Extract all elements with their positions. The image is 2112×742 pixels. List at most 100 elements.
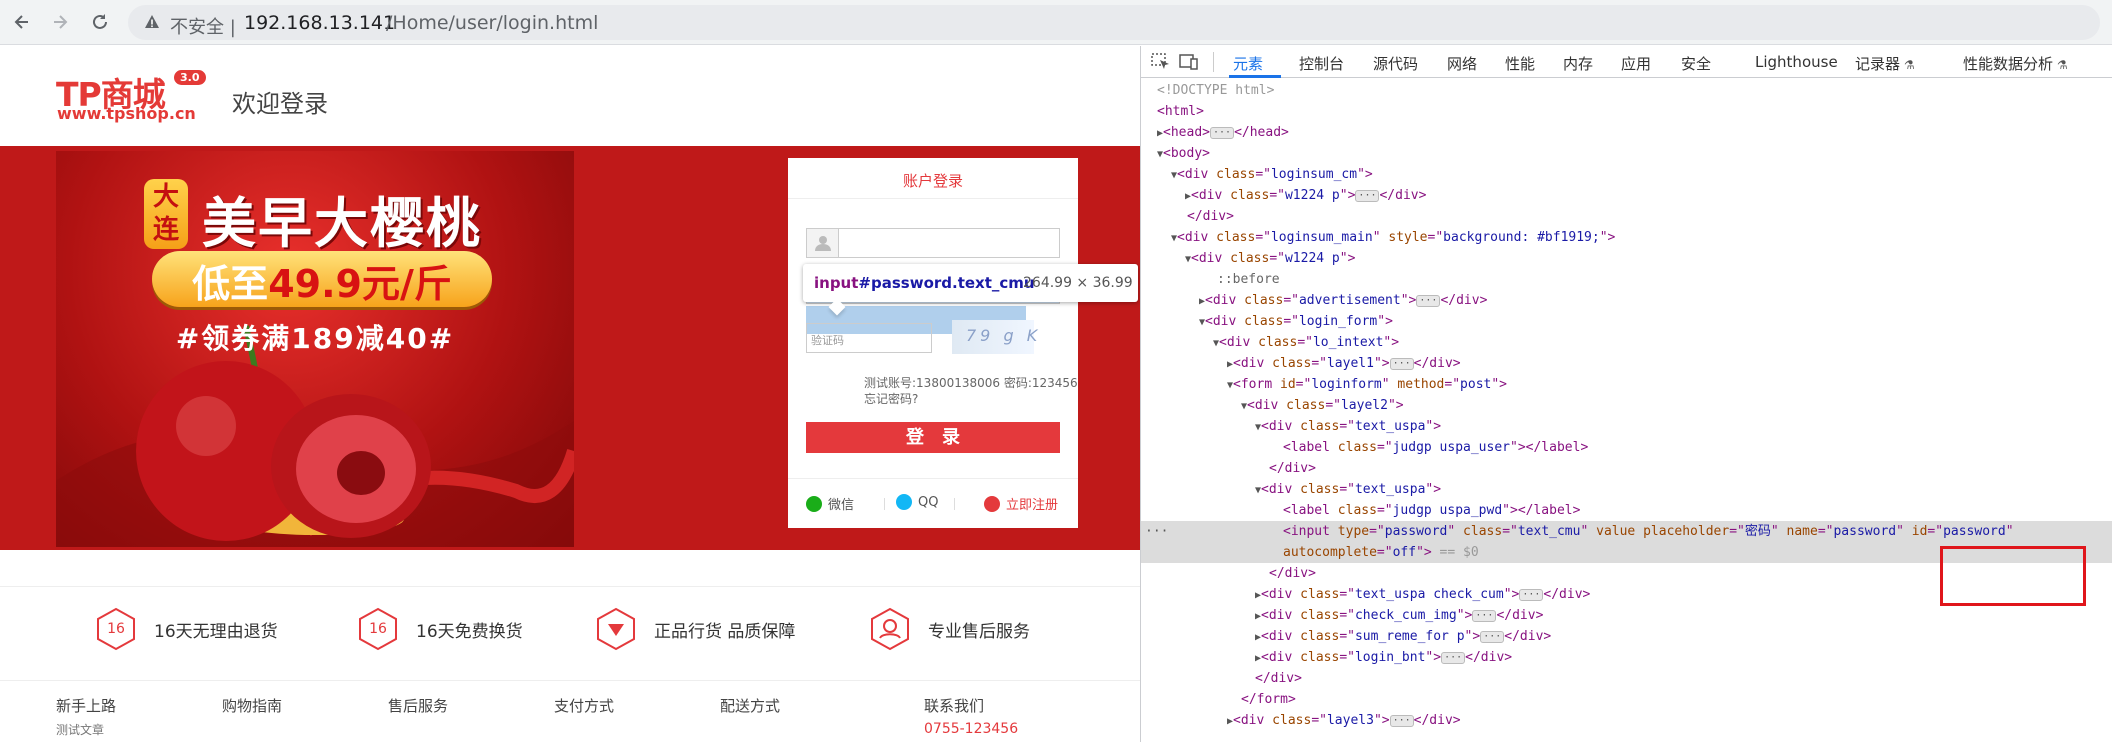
dom-node[interactable]: ▶<div class="login_bnt"> ··· </div> xyxy=(1141,647,2112,668)
dom-node[interactable]: ▼<div class="text_uspa"> xyxy=(1141,416,2112,437)
dom-node[interactable]: ▶<div class="sum_reme_for p"> ··· </div> xyxy=(1141,626,2112,647)
back-button[interactable] xyxy=(8,8,36,36)
dom-node[interactable]: ▼<div class="layel2"> xyxy=(1141,395,2112,416)
footer-column-title[interactable]: 购物指南 xyxy=(222,695,282,716)
dom-node[interactable]: ▶<div class="w1224 p"> ··· </div> xyxy=(1141,185,2112,206)
url-field[interactable]: 不安全 | 192.168.13.141 /Home/user/login.ht… xyxy=(128,5,2100,40)
dom-node[interactable]: <label class="judgp uspa_user"></label> xyxy=(1141,437,2112,458)
tab-recorder[interactable]: 记录器 ⚗ xyxy=(1855,53,1915,74)
reload-button[interactable] xyxy=(86,8,114,36)
captcha-input[interactable]: 验证码 xyxy=(806,323,932,353)
advertisement[interactable]: 大连 美早大樱桃 低至49.9元/斤 #领券满189减40# xyxy=(56,151,574,547)
reload-icon xyxy=(93,14,107,29)
footer-column-title[interactable]: 联系我们 xyxy=(924,695,984,716)
dom-node-selected[interactable]: ··· <input type="password" class="text_cm… xyxy=(1141,521,2112,542)
forward-button[interactable] xyxy=(46,8,74,36)
register-icon xyxy=(984,495,1000,512)
separator xyxy=(954,498,955,510)
dom-node[interactable]: <html> xyxy=(1141,101,2112,122)
dom-node[interactable]: ::before xyxy=(1141,269,2112,290)
tab-security[interactable]: 安全 xyxy=(1681,53,1711,74)
tab-network[interactable]: 网络 xyxy=(1447,53,1477,74)
username-input[interactable] xyxy=(806,228,1060,258)
footer-column-title[interactable]: 售后服务 xyxy=(388,695,448,716)
dom-node[interactable]: ▼<div class="w1224 p"> xyxy=(1141,248,2112,269)
dom-node[interactable]: ▶<div class="check_cum_img"> ··· </div> xyxy=(1141,605,2112,626)
device-toolbar-icon[interactable] xyxy=(1179,53,1199,71)
tab-sources[interactable]: 源代码 xyxy=(1373,53,1418,74)
logo-version-badge: 3.0 xyxy=(174,70,206,85)
dom-node[interactable]: ▼<div class="loginsum_cm"> xyxy=(1141,164,2112,185)
qq-login[interactable]: QQ xyxy=(896,494,938,510)
dom-node[interactable]: ▼<div class="loginsum_main" style="backg… xyxy=(1141,227,2112,248)
inspect-element-icon[interactable] xyxy=(1151,53,1171,71)
tab-memory[interactable]: 内存 xyxy=(1563,53,1593,74)
user-icon xyxy=(807,229,839,257)
captcha-image[interactable]: 79 g K xyxy=(952,320,1037,354)
login-divider xyxy=(788,198,1078,199)
register-link[interactable]: 立即注册 xyxy=(984,494,1058,513)
social-divider xyxy=(788,478,1078,479)
tab-elements[interactable]: 元素 xyxy=(1233,53,1263,74)
ad-price: 低至49.9元/斤 xyxy=(192,262,452,306)
wechat-icon xyxy=(806,495,822,512)
devtools-toolbar: 元素 控制台 源代码 网络 性能 内存 应用 安全 Lighthouse 记录器… xyxy=(1141,46,2112,78)
login-form: 账户登录 验证码 79 g K 测试账号:13800138006 密码:1234… xyxy=(788,158,1078,528)
footer-column-title[interactable]: 配送方式 xyxy=(720,695,780,716)
ad-title: 美早大樱桃 xyxy=(202,192,482,255)
dom-node[interactable]: ▶<div class="layel1"> ··· </div> xyxy=(1141,353,2112,374)
login-button[interactable]: 登录 xyxy=(806,422,1060,453)
tab-performance[interactable]: 性能 xyxy=(1505,53,1535,74)
dom-node[interactable]: ▼<body> xyxy=(1141,143,2112,164)
test-account-hint: 测试账号:13800138006 密码:123456 xyxy=(864,376,1078,390)
wechat-login[interactable]: 微信 xyxy=(806,494,854,513)
tab-performance-insights[interactable]: 性能数据分析 ⚗ xyxy=(1963,53,2068,74)
login-banner: 大连 美早大樱桃 低至49.9元/斤 #领券满189减40# 账户登录 验证码 … xyxy=(0,146,1140,550)
dom-node[interactable]: ▼<div class="lo_intext"> xyxy=(1141,332,2112,353)
service-label: 正品行货 品质保障 xyxy=(654,621,796,642)
toolbar-separator xyxy=(1213,52,1214,72)
dom-node[interactable]: <label class="judgp uspa_pwd"></label> xyxy=(1141,500,2112,521)
dom-node[interactable]: ▼<div class="text_uspa"> xyxy=(1141,479,2112,500)
security-label: 不安全 | xyxy=(170,17,236,38)
service-item: 专业售后服务 xyxy=(868,607,1030,651)
separator xyxy=(884,498,885,510)
url-path: /Home/user/login.html xyxy=(386,12,599,34)
forgot-password-link[interactable]: 忘记密码? xyxy=(864,390,918,407)
dom-node[interactable]: ▶<div class="layel3"> ··· </div> xyxy=(1141,710,2112,731)
dom-node[interactable]: ▶<div class="advertisement"> ··· </div> xyxy=(1141,290,2112,311)
tab-lighthouse[interactable]: Lighthouse xyxy=(1755,53,1838,71)
footer-link[interactable]: 测试文章 xyxy=(56,721,104,738)
tab-console[interactable]: 控制台 xyxy=(1299,53,1344,74)
dom-tree[interactable]: <!DOCTYPE html> <html> ▶<head> ··· </head>… xyxy=(1141,78,2112,742)
service-label: 专业售后服务 xyxy=(928,621,1030,642)
dom-node[interactable]: </div> xyxy=(1141,668,2112,689)
web-page: TP商城 3.0 www.tpshop.cn 欢迎登录 大连 美早大樱桃 低至4… xyxy=(0,46,1140,742)
service-strip: 16 16天无理由退货 16 16天免费换货 正品行货 品质保障 专业售后服务 xyxy=(0,586,1140,666)
footer-column-title[interactable]: 支付方式 xyxy=(554,695,614,716)
url-host: 192.168.13.141 xyxy=(244,12,396,34)
support-agent-icon xyxy=(868,607,912,651)
service-item: 16 16天免费换货 xyxy=(356,607,523,651)
annotation-highlight-box xyxy=(1940,546,2086,606)
dom-node[interactable]: <!DOCTYPE html> xyxy=(1141,80,2112,101)
arrow-right-icon xyxy=(54,15,68,29)
inspector-tooltip: input#password.text_cmu 264.99 × 36.99 xyxy=(803,264,1138,316)
dom-node[interactable]: ▶<head> ··· </head> xyxy=(1141,122,2112,143)
browser-address-bar: 不安全 | 192.168.13.141 /Home/user/login.ht… xyxy=(0,0,2112,45)
dom-node[interactable]: </div> xyxy=(1141,458,2112,479)
tooltip-selector: input#password.text_cmu xyxy=(814,274,1035,292)
dom-node[interactable]: </div> xyxy=(1141,206,2112,227)
service-label: 16天无理由退货 xyxy=(154,621,278,642)
arrow-left-icon xyxy=(14,15,28,29)
footer-column-title[interactable]: 新手上路 xyxy=(56,695,116,716)
more-actions-icon[interactable]: ··· xyxy=(1145,521,1168,542)
flask-icon: ⚗ xyxy=(2057,58,2068,72)
dom-node[interactable]: ▼<div class="login_form"> xyxy=(1141,311,2112,332)
dom-node[interactable]: ▼<form id="loginform" method="post"> xyxy=(1141,374,2112,395)
flask-icon: ⚗ xyxy=(1904,58,1915,72)
dom-node[interactable]: </form> xyxy=(1141,689,2112,710)
welcome-title: 欢迎登录 xyxy=(232,90,328,118)
logo-url: www.tpshop.cn xyxy=(57,104,196,123)
tab-application[interactable]: 应用 xyxy=(1621,53,1651,74)
